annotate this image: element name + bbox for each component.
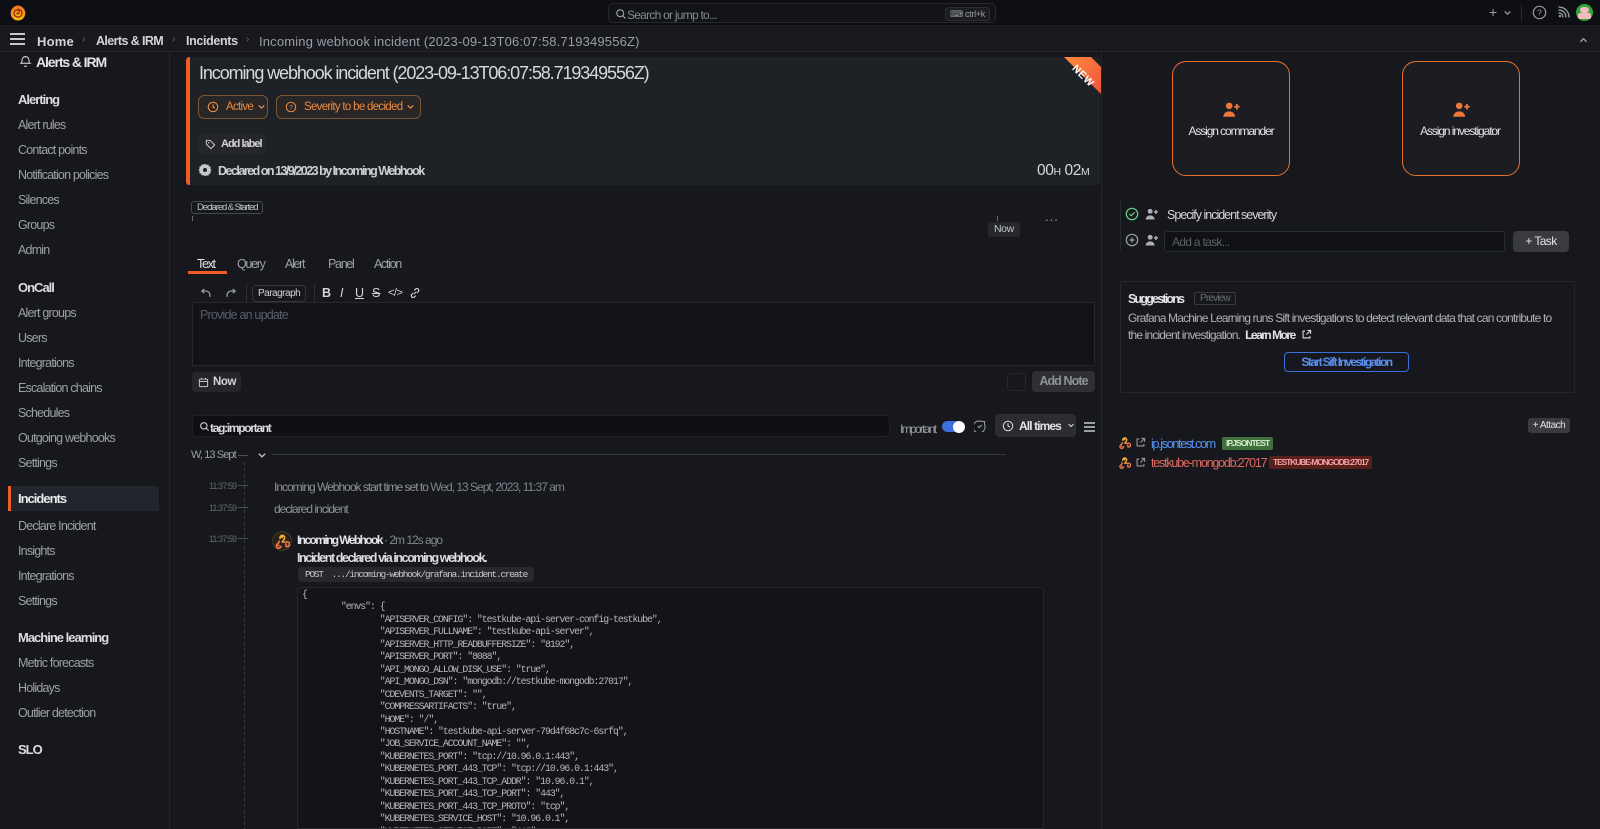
svg-text:?: ?: [289, 104, 293, 111]
svg-text:?: ?: [1537, 7, 1542, 17]
